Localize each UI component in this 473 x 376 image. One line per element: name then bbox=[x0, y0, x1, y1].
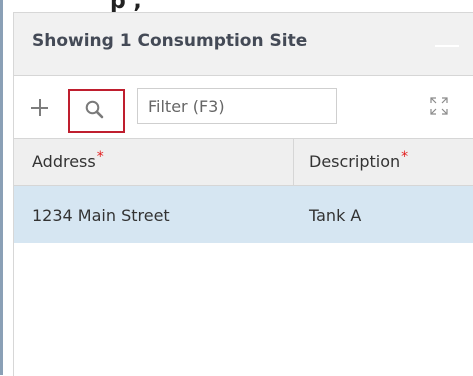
column-header-address[interactable]: Address* bbox=[32, 149, 104, 171]
filter-input[interactable] bbox=[137, 88, 337, 124]
plus-icon[interactable] bbox=[30, 97, 52, 119]
description-cell[interactable]: Tank A bbox=[309, 206, 361, 225]
consumption-site-panel: Showing 1 Consumption Site Address* Desc… bbox=[13, 12, 473, 376]
panel-title: Showing 1 Consumption Site bbox=[32, 31, 308, 51]
column-header-description[interactable]: Description* bbox=[309, 149, 409, 171]
grid-header: Address* Description* bbox=[14, 138, 473, 187]
minimize-icon[interactable] bbox=[435, 45, 459, 47]
address-cell[interactable]: 1234 Main Street bbox=[32, 206, 170, 225]
expand-icon[interactable] bbox=[430, 97, 448, 115]
column-label-address: Address bbox=[32, 152, 96, 171]
required-marker-address: * bbox=[96, 149, 104, 165]
search-icon[interactable] bbox=[84, 99, 106, 121]
column-divider[interactable] bbox=[293, 139, 294, 187]
window-left-border bbox=[0, 0, 3, 375]
table-row[interactable]: 1234 Main Street Tank A bbox=[14, 186, 473, 243]
grid-toolbar bbox=[14, 76, 473, 138]
column-label-description: Description bbox=[309, 152, 401, 171]
panel-header: Showing 1 Consumption Site bbox=[14, 13, 473, 76]
required-marker-description: * bbox=[401, 149, 409, 165]
